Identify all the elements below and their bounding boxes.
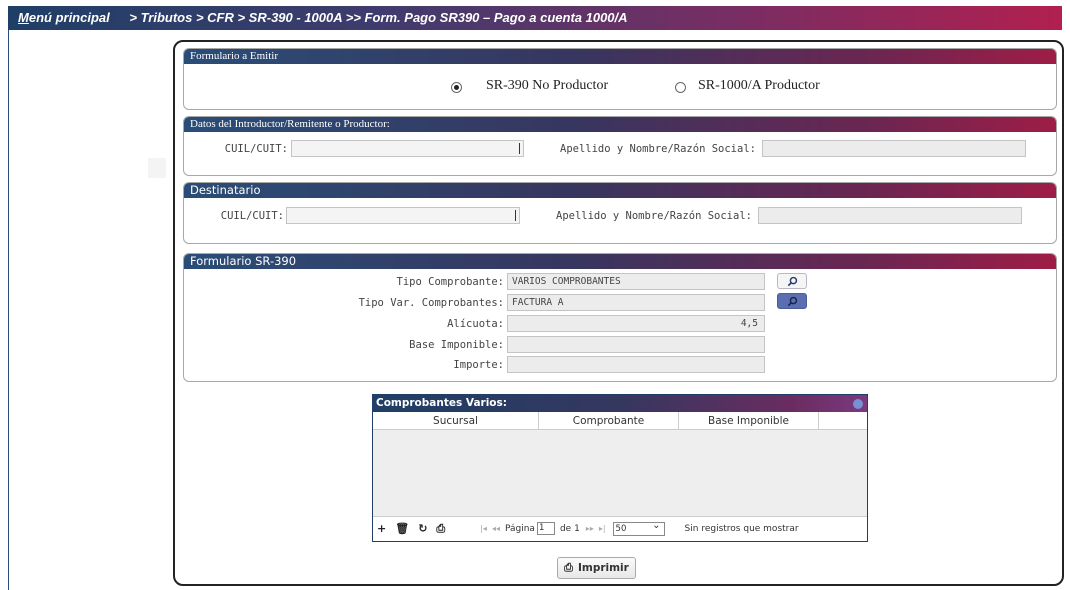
printer-icon: ⎙ [564, 561, 573, 574]
alicuota-label: Alícuota: [447, 318, 504, 330]
page-size-select[interactable]: 50 [612, 520, 665, 536]
panel-title: Formulario a Emitir [184, 49, 1056, 64]
panel-title: Formulario SR-390 [184, 254, 1056, 269]
destinatario-name-input[interactable] [758, 207, 1022, 224]
page-input[interactable]: 1 [536, 522, 555, 535]
grid-header: Sucursal Comprobante Base Imponible [373, 412, 867, 430]
prev-page-icon[interactable]: ◂◂ [492, 524, 500, 533]
introductor-cuit-label: CUIL/CUIT: [224, 143, 288, 155]
destinatario-name-label: Apellido y Nombre/Razón Social: [556, 210, 752, 222]
importe-label: Importe: [453, 359, 504, 371]
first-page-icon[interactable]: |◂ [480, 524, 487, 533]
next-page-icon[interactable]: ▸▸ [586, 524, 594, 533]
alicuota-input[interactable]: 4,5 [507, 315, 765, 332]
comprobantes-grid: Comprobantes Varios: Sucursal Comprobant… [372, 394, 868, 542]
empty-message: Sin registros que mostrar [684, 523, 799, 534]
radio-sr390[interactable] [451, 82, 462, 93]
imprimir-label: Imprimir [577, 562, 629, 574]
menu-principal-link[interactable]: Menú principal [18, 10, 110, 25]
left-sidebar-stub [148, 158, 166, 178]
plus-icon[interactable]: + [377, 522, 386, 535]
breadcrumb: Menú principal > Tributos > CFR > SR-390… [8, 6, 1062, 30]
search-icon [787, 276, 797, 286]
introductor-name-input[interactable] [762, 140, 1026, 157]
tipo-var-input[interactable]: FACTURA A [507, 294, 765, 311]
panel-formulario-emitir: Formulario a Emitir [183, 48, 1057, 110]
pagina-label: Página [504, 523, 535, 534]
search-icon [787, 296, 797, 306]
breadcrumb-path: > Tributos > CFR > SR-390 - 1000A >> For… [129, 10, 628, 25]
panel-title: Destinatario [184, 183, 1056, 198]
destinatario-cuit-label: CUIL/CUIT: [220, 210, 284, 222]
column-header-base-imponible[interactable]: Base Imponible [679, 412, 819, 429]
close-icon[interactable] [853, 399, 863, 409]
tipo-comprobante-label: Tipo Comprobante: [396, 276, 504, 288]
base-imponible-input[interactable] [507, 336, 765, 353]
importe-input[interactable] [507, 356, 765, 373]
tipo-comprobante-search-button[interactable] [777, 273, 807, 289]
imprimir-button[interactable]: ⎙ Imprimir [557, 557, 636, 579]
radio-sr390-label: SR-390 No Productor [486, 78, 609, 93]
radio-sr1000a[interactable] [675, 82, 686, 93]
printer-icon[interactable]: ⎙ [436, 522, 445, 536]
trash-icon[interactable]: 🗑︎ [395, 522, 409, 535]
base-imponible-label: Base Imponible: [409, 339, 504, 351]
tipo-comprobante-input[interactable]: VARIOS COMPROBANTES [507, 273, 765, 290]
refresh-icon[interactable]: ↻ [418, 522, 427, 535]
left-divider [8, 30, 9, 590]
tipo-var-label: Tipo Var. Comprobantes: [358, 297, 504, 309]
introductor-name-label: Apellido y Nombre/Razón Social: [560, 143, 756, 155]
panel-title: Datos del Introductor/Remitente o Produc… [184, 117, 1056, 132]
destinatario-cuit-input[interactable] [286, 207, 520, 224]
column-header-comprobante[interactable]: Comprobante [539, 412, 679, 429]
tipo-var-search-button[interactable] [777, 293, 807, 309]
radio-sr1000a-label: SR-1000/A Productor [698, 78, 820, 93]
column-header-sucursal[interactable]: Sucursal [373, 412, 539, 429]
last-page-icon[interactable]: ▸| [599, 524, 606, 533]
grid-pager: + 🗑︎ ↻ ⎙ |◂ ◂◂ Página 1 de 1 ▸▸ ▸| 50 Si… [373, 516, 867, 540]
introductor-cuit-input[interactable] [291, 140, 524, 157]
grid-body [373, 430, 867, 516]
grid-title-text: Comprobantes Varios: [376, 397, 507, 409]
de-label: de 1 [559, 523, 580, 534]
grid-title: Comprobantes Varios: [373, 395, 867, 412]
